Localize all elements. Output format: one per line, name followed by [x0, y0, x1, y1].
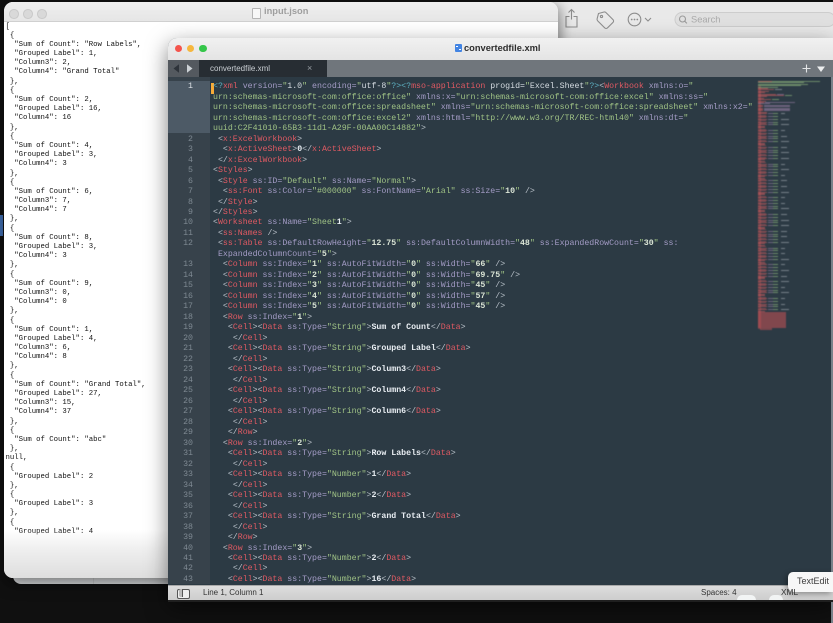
- svg-text:Search: Search: [691, 15, 720, 25]
